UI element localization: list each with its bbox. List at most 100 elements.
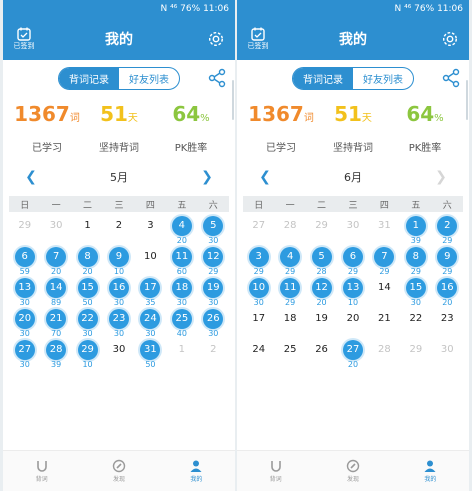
calendar-day[interactable]: 9 10	[103, 245, 134, 276]
calendar-day[interactable]: 7 20	[40, 245, 71, 276]
calendar-day[interactable]: 2	[103, 214, 134, 245]
calendar-day[interactable]: 15 50	[72, 276, 103, 307]
calendar-day[interactable]: 2 29	[432, 214, 463, 245]
calendar-day[interactable]: 14	[369, 276, 400, 307]
settings-button[interactable]	[205, 28, 227, 50]
stat-value: 51天	[83, 102, 155, 131]
calendar-day[interactable]: 26	[306, 338, 337, 369]
calendar-day[interactable]: 29	[9, 214, 40, 245]
calendar-day[interactable]: 11 60	[166, 245, 197, 276]
calendar-day[interactable]: 9 29	[432, 245, 463, 276]
tab-memorize[interactable]: 背词	[237, 451, 314, 491]
calendar-day[interactable]: 5 28	[306, 245, 337, 276]
day-word-count: 30	[208, 329, 219, 338]
calendar-day[interactable]: 5 30	[198, 214, 229, 245]
calendar-day[interactable]: 27 30	[9, 338, 40, 369]
calendar-day[interactable]: 30	[103, 338, 134, 369]
share-icon[interactable]	[207, 68, 227, 88]
calendar-day[interactable]: 8 20	[72, 245, 103, 276]
day-word-count: 10	[347, 298, 359, 307]
calendar-day[interactable]: 28 39	[40, 338, 71, 369]
calendar-day[interactable]: 6 59	[9, 245, 40, 276]
tab-mine[interactable]: 我的	[158, 451, 235, 491]
tab-mine[interactable]: 我的	[392, 451, 469, 491]
calendar-day[interactable]: 22 30	[72, 307, 103, 338]
calendar-day[interactable]: 21 70	[40, 307, 71, 338]
calendar-day[interactable]: 21	[369, 307, 400, 338]
calendar-day[interactable]: 25 40	[166, 307, 197, 338]
weekday-header: 日一二三四五六	[243, 196, 463, 212]
calendar-day[interactable]: 13 30	[9, 276, 40, 307]
calendar-day[interactable]: 26 30	[198, 307, 229, 338]
tab-word-records[interactable]: 背词记录	[59, 67, 119, 89]
calendar-day[interactable]: 19	[306, 307, 337, 338]
calendar-day[interactable]: 12 29	[198, 245, 229, 276]
calendar-day[interactable]: 15 30	[400, 276, 431, 307]
calendar-day[interactable]: 20 30	[9, 307, 40, 338]
calendar-day[interactable]: 11 29	[274, 276, 305, 307]
day-number: 18	[283, 313, 297, 324]
calendar-day[interactable]: 30	[337, 214, 368, 245]
calendar-day[interactable]: 1	[72, 214, 103, 245]
next-month-button[interactable]: ❯	[433, 169, 449, 185]
calendar-day[interactable]: 10 30	[243, 276, 274, 307]
calendar-day[interactable]: 30	[432, 338, 463, 369]
calendar-day[interactable]: 13 10	[337, 276, 368, 307]
calendar-day[interactable]: 24	[243, 338, 274, 369]
prev-month-button[interactable]: ❮	[23, 169, 39, 185]
calendar-day[interactable]: 31	[369, 214, 400, 245]
signed-in-button[interactable]: 已签到	[9, 27, 39, 51]
tab-word-records[interactable]: 背词记录	[293, 67, 353, 89]
calendar-day[interactable]: 25	[274, 338, 305, 369]
tab-memorize[interactable]: 背词	[3, 451, 80, 491]
tab-friend-list[interactable]: 好友列表	[353, 68, 413, 89]
calendar-day[interactable]: 4 29	[274, 245, 305, 276]
calendar-day[interactable]: 4 20	[166, 214, 197, 245]
calendar-day[interactable]: 29	[306, 214, 337, 245]
calendar-day[interactable]: 17	[243, 307, 274, 338]
calendar-day[interactable]: 27	[243, 214, 274, 245]
calendar-day[interactable]: 12 20	[306, 276, 337, 307]
calendar-day[interactable]: 3	[135, 214, 166, 245]
calendar-day[interactable]: 20	[337, 307, 368, 338]
calendar-day[interactable]: 29	[400, 338, 431, 369]
tab-discover[interactable]: 发现	[314, 451, 391, 491]
calendar-day[interactable]: 23 30	[103, 307, 134, 338]
calendar-day[interactable]: 14 89	[40, 276, 71, 307]
calendar-day[interactable]: 7 29	[369, 245, 400, 276]
calendar-day[interactable]: 16 30	[103, 276, 134, 307]
calendar-day[interactable]: 28	[274, 214, 305, 245]
settings-button[interactable]	[439, 28, 461, 50]
calendar-day[interactable]: 24 30	[135, 307, 166, 338]
calendar-day[interactable]: 30	[40, 214, 71, 245]
calendar-day[interactable]: 1	[166, 338, 197, 369]
calendar-day[interactable]: 23	[432, 307, 463, 338]
calendar-day[interactable]: 28	[369, 338, 400, 369]
calendar-day[interactable]: 19 30	[198, 276, 229, 307]
calendar-day[interactable]: 16 20	[432, 276, 463, 307]
day-number: 31	[378, 220, 391, 231]
tab-discover[interactable]: 发现	[80, 451, 157, 491]
calendar-day[interactable]: 27 20	[337, 338, 368, 369]
prev-month-button[interactable]: ❮	[257, 169, 273, 185]
calendar-day[interactable]: 1 39	[400, 214, 431, 245]
day-number: 5	[203, 216, 224, 236]
calendar-day[interactable]: 10	[135, 245, 166, 276]
tab-friend-list[interactable]: 好友列表	[119, 68, 179, 89]
calendar-day[interactable]: 6 29	[337, 245, 368, 276]
signed-in-button[interactable]: 已签到	[243, 27, 273, 51]
calendar-day[interactable]: 18	[274, 307, 305, 338]
day-number: 1	[178, 344, 186, 355]
next-month-button[interactable]: ❯	[199, 169, 215, 185]
day-word-count: 20	[51, 267, 62, 276]
calendar-day[interactable]: 22	[400, 307, 431, 338]
calendar-day[interactable]: 31 50	[135, 338, 166, 369]
share-icon[interactable]	[441, 68, 461, 88]
calendar-day[interactable]: 29 10	[72, 338, 103, 369]
stat-number: 1367	[248, 102, 304, 126]
calendar-day[interactable]: 18 30	[166, 276, 197, 307]
calendar-day[interactable]: 2	[198, 338, 229, 369]
calendar-day[interactable]: 3 29	[243, 245, 274, 276]
calendar-day[interactable]: 17 35	[135, 276, 166, 307]
calendar-day[interactable]: 8 29	[400, 245, 431, 276]
